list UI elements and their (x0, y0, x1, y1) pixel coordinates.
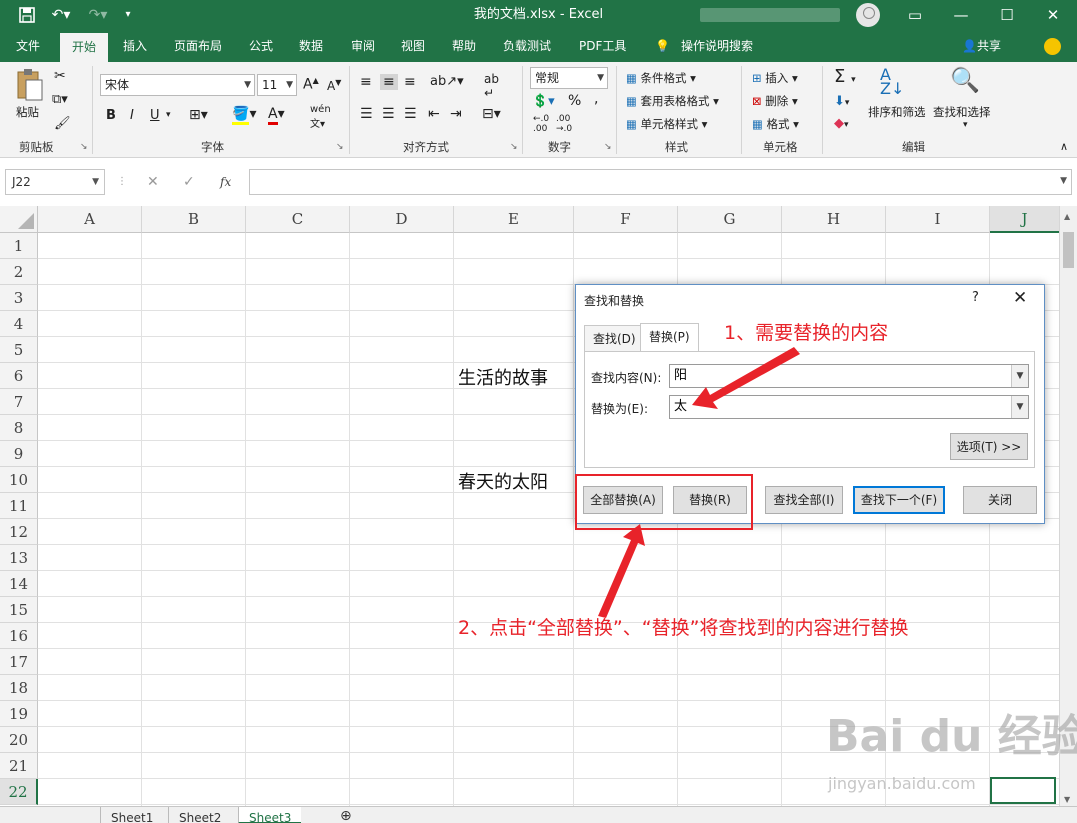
arrow-to-replace-buttons (598, 524, 645, 618)
watermark-logo: Bai du 经验 (826, 711, 1077, 762)
watermark-url: jingyan.baidu.com (828, 774, 976, 793)
tab-replace[interactable]: 替换(P) (640, 323, 699, 351)
arrow-to-replace-field (692, 347, 800, 409)
